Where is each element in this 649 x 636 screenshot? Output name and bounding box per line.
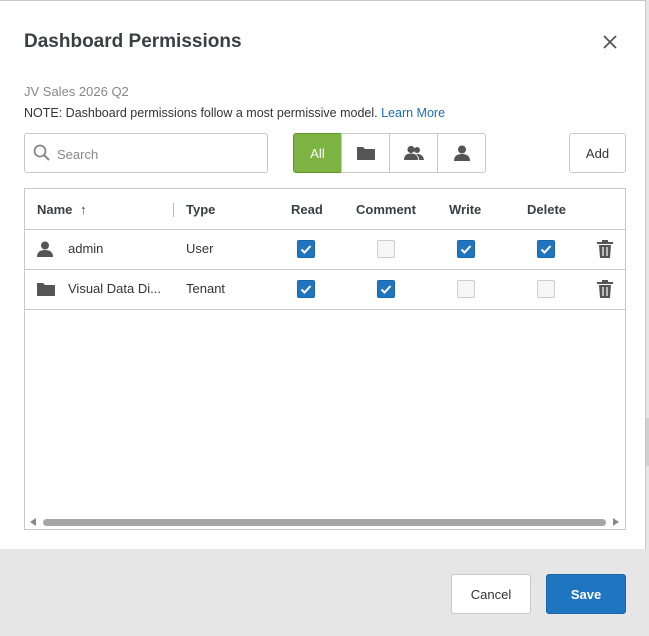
scroll-right-arrow-icon[interactable]	[613, 518, 619, 526]
trash-icon[interactable]	[597, 280, 613, 298]
note-text: NOTE: Dashboard permissions follow a mos…	[24, 106, 378, 120]
table-header: Name ↑ Type Read Comment Write Delete	[25, 189, 625, 230]
horizontal-scrollbar[interactable]	[25, 516, 625, 528]
column-header-delete[interactable]: Delete	[527, 202, 566, 217]
principal-name: admin	[68, 241, 104, 256]
search-box	[24, 133, 268, 173]
filter-folder-button[interactable]	[341, 133, 390, 173]
column-label-name: Name	[37, 202, 73, 217]
user-icon	[37, 241, 53, 257]
dialog-title: Dashboard Permissions	[24, 31, 242, 52]
principal-type: Tenant	[186, 281, 226, 296]
learn-more-link[interactable]: Learn More	[381, 106, 445, 120]
type-filter-group: All	[293, 133, 486, 173]
column-header-read[interactable]: Read	[291, 202, 323, 217]
delete-checkbox[interactable]	[537, 240, 555, 258]
principal-type: User	[186, 241, 214, 256]
permissions-dialog: Dashboard Permissions JV Sales 2026 Q2 N…	[0, 0, 646, 549]
search-input[interactable]	[55, 142, 259, 166]
column-header-comment[interactable]: Comment	[356, 202, 416, 217]
cancel-button[interactable]: Cancel	[451, 574, 531, 614]
dashboard-name: JV Sales 2026 Q2	[24, 84, 129, 99]
close-icon[interactable]	[599, 31, 621, 53]
filter-user-button[interactable]	[437, 133, 486, 173]
permissions-note: NOTE: Dashboard permissions follow a mos…	[24, 106, 445, 120]
write-checkbox[interactable]	[457, 240, 475, 258]
read-checkbox[interactable]	[297, 280, 315, 298]
column-header-type[interactable]: Type	[186, 202, 215, 217]
table-row: Visual Data Di... Tenant	[25, 269, 625, 310]
scroll-left-arrow-icon[interactable]	[30, 518, 36, 526]
comment-checkbox[interactable]	[377, 280, 395, 298]
sort-ascending-icon: ↑	[80, 202, 87, 217]
scrollbar-thumb[interactable]	[43, 519, 606, 526]
folder-icon	[356, 147, 375, 160]
principal-name: Visual Data Di...	[68, 281, 161, 296]
column-header-write[interactable]: Write	[449, 202, 481, 217]
folder-icon	[37, 283, 55, 296]
save-button[interactable]: Save	[546, 574, 626, 614]
user-icon	[453, 145, 470, 161]
column-resize-handle[interactable]	[173, 203, 174, 217]
write-checkbox[interactable]	[457, 280, 475, 298]
column-header-name[interactable]: Name ↑	[37, 202, 87, 217]
filter-all-button[interactable]: All	[293, 133, 342, 173]
table-row: admin User	[25, 229, 625, 270]
add-button[interactable]: Add	[569, 133, 626, 173]
group-icon	[403, 145, 424, 160]
filter-group-button[interactable]	[389, 133, 438, 173]
comment-checkbox[interactable]	[377, 240, 395, 258]
permissions-table: Name ↑ Type Read Comment Write Delete ad…	[24, 188, 626, 530]
delete-checkbox[interactable]	[537, 280, 555, 298]
read-checkbox[interactable]	[297, 240, 315, 258]
search-icon	[33, 144, 50, 161]
trash-icon[interactable]	[597, 240, 613, 258]
